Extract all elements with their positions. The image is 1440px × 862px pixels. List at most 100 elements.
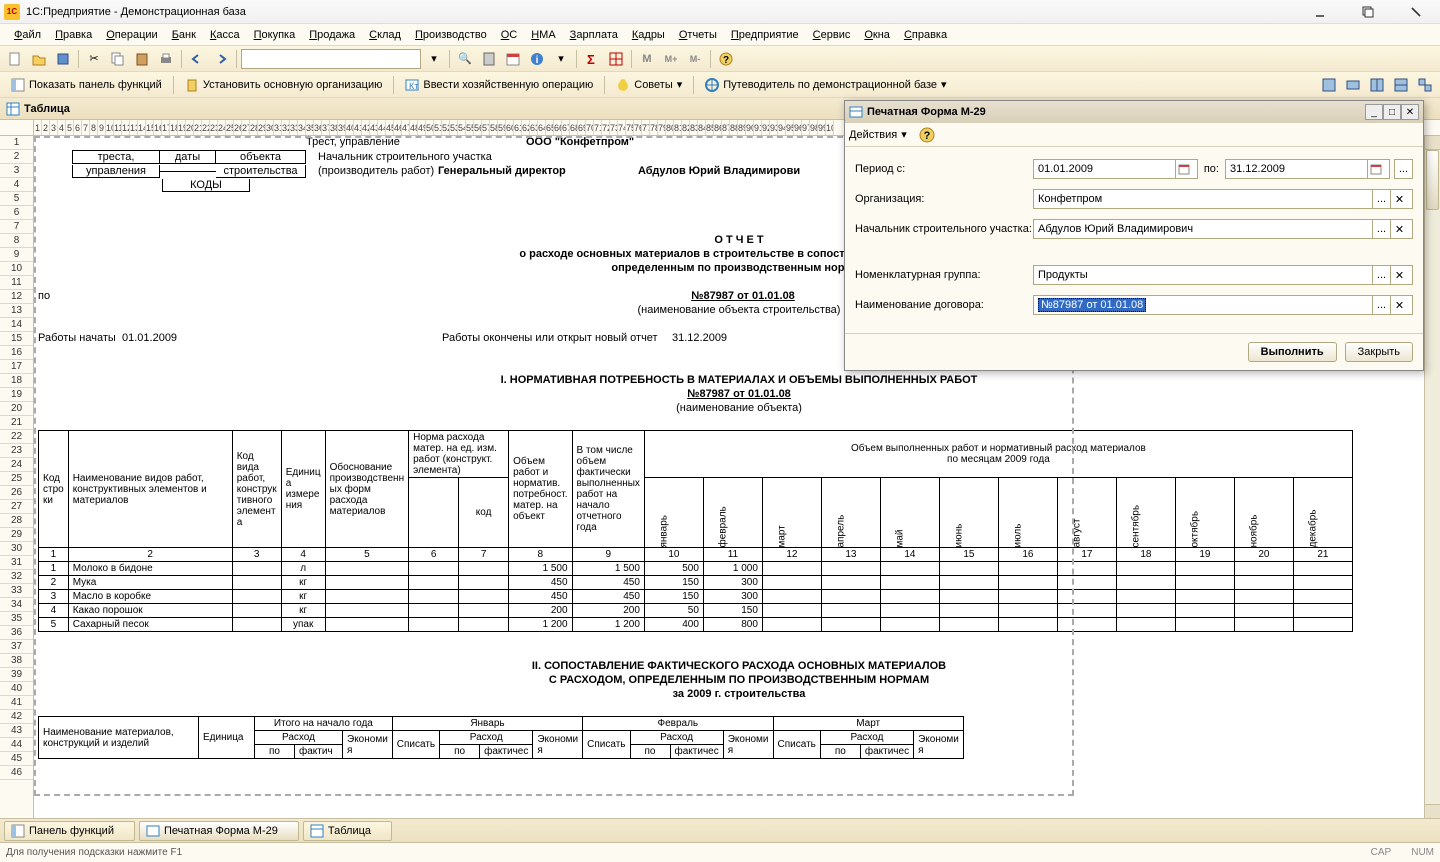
task-form[interactable]: Печатная Форма М-29	[139, 821, 299, 841]
select-button[interactable]: ...	[1372, 296, 1390, 314]
menu-proizv[interactable]: Производство	[409, 27, 493, 43]
task-panel[interactable]: Панель функций	[4, 821, 135, 841]
report-table-1: Код стро ки Наименование видов работ, ко…	[38, 430, 1353, 632]
date-from-input[interactable]: 01.01.2009	[1033, 159, 1198, 179]
paste-icon[interactable]	[131, 48, 153, 70]
toolbar-actions: Показать панель функций Установить основ…	[0, 72, 1440, 98]
undo-icon[interactable]	[186, 48, 208, 70]
period-from-label: Период с:	[855, 163, 1033, 175]
maximize-button[interactable]	[1348, 2, 1388, 22]
menu-os[interactable]: ОС	[495, 27, 524, 43]
run-button[interactable]: Выполнить	[1248, 342, 1337, 362]
statusbar: Для получения подсказки нажмите F1 CAP N…	[0, 842, 1440, 862]
search-input[interactable]	[241, 49, 421, 69]
menu-zarplata[interactable]: Зарплата	[564, 27, 624, 43]
print-icon[interactable]	[155, 48, 177, 70]
m-minus-icon[interactable]: M-	[684, 48, 706, 70]
window-icon-5[interactable]	[1414, 74, 1436, 96]
set-org-button[interactable]: Установить основную организацию	[178, 74, 390, 96]
clear-button[interactable]: ✕	[1390, 266, 1408, 284]
info-dd-icon[interactable]: ▾	[550, 48, 572, 70]
vertical-scrollbar[interactable]	[1424, 136, 1440, 818]
svg-text:?: ?	[923, 130, 930, 142]
search-dd-icon[interactable]: ▾	[423, 48, 445, 70]
calendar-icon[interactable]	[502, 48, 524, 70]
task-table[interactable]: Таблица	[303, 821, 392, 841]
dog-input[interactable]: №87987 от 01.01.08 ...✕	[1033, 295, 1413, 315]
grid-icon[interactable]	[605, 48, 627, 70]
sum-icon[interactable]: Σ	[581, 48, 603, 70]
doc-tab-label: Таблица	[24, 103, 70, 115]
window-icon-4[interactable]	[1390, 74, 1412, 96]
dlg-maximize-button[interactable]: □	[1383, 104, 1401, 120]
org-input[interactable]: Конфетпром ...✕	[1033, 189, 1413, 209]
menu-predpr[interactable]: Предприятие	[725, 27, 805, 43]
menu-sklad[interactable]: Склад	[363, 27, 407, 43]
select-button[interactable]: ...	[1372, 220, 1390, 238]
menu-help[interactable]: Справка	[898, 27, 953, 43]
clear-button[interactable]: ✕	[1390, 190, 1408, 208]
dlg-close-action[interactable]: Закрыть	[1345, 342, 1413, 362]
app-title: 1С:Предприятие - Демонстрационная база	[26, 6, 1300, 18]
menu-nma[interactable]: НМА	[525, 27, 561, 43]
guide-button[interactable]: Путеводитель по демонстрационной базе▾	[698, 74, 953, 96]
calendar-button[interactable]	[1175, 160, 1193, 178]
menu-okna[interactable]: Окна	[858, 27, 896, 43]
open-icon[interactable]	[28, 48, 50, 70]
dlg-close-button[interactable]: ✕	[1401, 104, 1419, 120]
advice-button[interactable]: Советы▾	[609, 74, 689, 96]
save-icon[interactable]	[52, 48, 74, 70]
status-cap: CAP	[1371, 847, 1392, 858]
menu-service[interactable]: Сервис	[807, 27, 857, 43]
period-to-label: по:	[1198, 163, 1225, 175]
close-button[interactable]	[1396, 2, 1436, 22]
dlg-minimize-button[interactable]: _	[1365, 104, 1383, 120]
menu-edit[interactable]: Правка	[49, 27, 98, 43]
help-icon[interactable]: ?	[715, 48, 737, 70]
menu-operations[interactable]: Операции	[100, 27, 163, 43]
m-plus-icon[interactable]: M+	[660, 48, 682, 70]
window-icon-3[interactable]	[1366, 74, 1388, 96]
menu-bank[interactable]: Банк	[166, 27, 202, 43]
period-select-button[interactable]: ...	[1394, 159, 1413, 179]
nom-input[interactable]: Продукты ...✕	[1033, 265, 1413, 285]
svg-text:i: i	[536, 55, 539, 66]
menu-prodaja[interactable]: Продажа	[303, 27, 361, 43]
clear-button[interactable]: ✕	[1390, 296, 1408, 314]
window-icon-1[interactable]	[1318, 74, 1340, 96]
select-button[interactable]: ...	[1372, 190, 1390, 208]
dialog-titlebar[interactable]: Печатная Форма М-29 _ □ ✕	[845, 101, 1423, 123]
date-to-input[interactable]: 31.12.2009	[1225, 159, 1390, 179]
calendar-button[interactable]	[1367, 160, 1385, 178]
cut-icon[interactable]: ✂	[83, 48, 105, 70]
menu-file[interactable]: Файл	[8, 27, 47, 43]
nach-input[interactable]: Абдулов Юрий Владимирович ...✕	[1033, 219, 1413, 239]
help-icon[interactable]: ?	[919, 127, 935, 143]
titlebar: 1С 1С:Предприятие - Демонстрационная баз…	[0, 0, 1440, 24]
menu-kadry[interactable]: Кадры	[626, 27, 671, 43]
dialog-title: Печатная Форма М-29	[867, 106, 1361, 118]
nom-label: Номенклатурная группа:	[855, 269, 1033, 281]
new-doc-icon[interactable]	[4, 48, 26, 70]
redo-icon[interactable]	[210, 48, 232, 70]
menu-pokupka[interactable]: Покупка	[248, 27, 302, 43]
enter-op-button[interactable]: Кт Ввести хозяйственную операцию	[398, 74, 600, 96]
table-icon	[6, 102, 20, 116]
dog-label: Наименование договора:	[855, 299, 1033, 311]
minimize-button[interactable]	[1300, 2, 1340, 22]
info-icon[interactable]: i	[526, 48, 548, 70]
menu-kassa[interactable]: Касса	[204, 27, 246, 43]
clear-button[interactable]: ✕	[1390, 220, 1408, 238]
m-icon[interactable]: M	[636, 48, 658, 70]
find-icon[interactable]: 🔍	[454, 48, 476, 70]
menu-otchety[interactable]: Отчеты	[673, 27, 723, 43]
copy-icon[interactable]	[107, 48, 129, 70]
show-panel-button[interactable]: Показать панель функций	[4, 74, 169, 96]
actions-menu[interactable]: Действия	[849, 129, 897, 141]
enter-op-label: Ввести хозяйственную операцию	[423, 79, 593, 91]
select-button[interactable]: ...	[1372, 266, 1390, 284]
svg-text:?: ?	[723, 55, 729, 66]
calc-icon[interactable]	[478, 48, 500, 70]
window-icon-2[interactable]	[1342, 74, 1364, 96]
show-panel-label: Показать панель функций	[29, 79, 162, 91]
